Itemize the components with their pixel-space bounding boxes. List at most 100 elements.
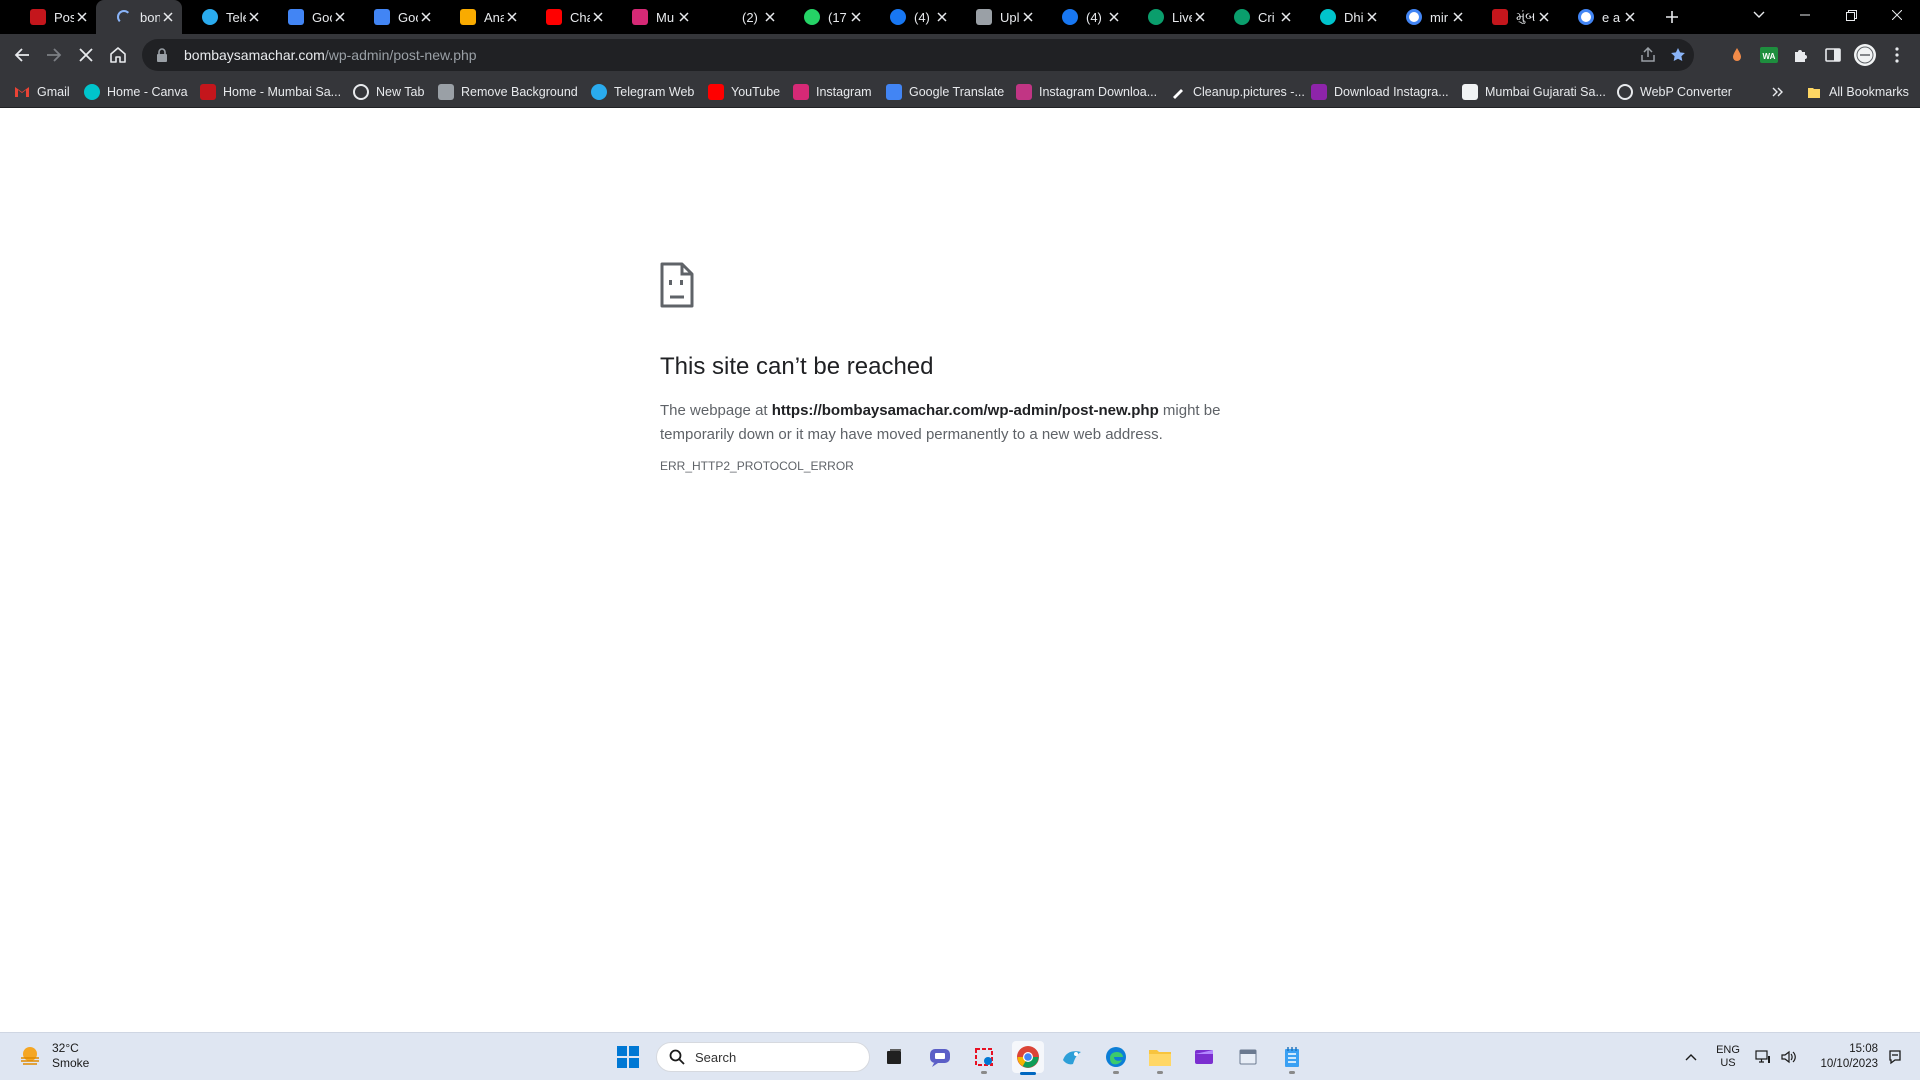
tab-strip: Pos bon Tele Goo Goo Ana Cha Mu (2) (17 (4) Upl (4) L… xyxy=(0,0,1920,34)
all-bookmarks-folder[interactable]: All Bookmarks xyxy=(1806,82,1909,102)
notifications-icon[interactable] xyxy=(1884,1033,1906,1080)
tab-close-icon[interactable] xyxy=(1622,9,1638,25)
bookmark-item[interactable]: Download Instagra... xyxy=(1311,82,1449,102)
browser-tab[interactable]: (2) xyxy=(698,0,784,34)
browser-tab[interactable]: Cri xyxy=(1214,0,1300,34)
browser-tab[interactable]: mir xyxy=(1386,0,1472,34)
minimize-button[interactable] xyxy=(1782,0,1828,30)
browser-tab[interactable]: e a xyxy=(1558,0,1644,34)
language-indicator[interactable]: ENG US xyxy=(1712,1033,1744,1080)
analytics-icon xyxy=(460,9,476,25)
tab-close-icon[interactable] xyxy=(762,9,778,25)
side-panel-icon[interactable] xyxy=(1822,44,1844,66)
edge-button[interactable] xyxy=(1100,1041,1132,1074)
home-button[interactable] xyxy=(104,41,132,69)
task-view-button[interactable] xyxy=(878,1041,910,1073)
start-button[interactable] xyxy=(612,1041,644,1073)
browser-tab[interactable]: Live xyxy=(1128,0,1214,34)
bookmark-item[interactable]: Telegram Web xyxy=(591,82,694,102)
browser-tab[interactable]: bon xyxy=(96,0,182,34)
tab-close-icon[interactable] xyxy=(1364,9,1380,25)
browser-tab[interactable]: Cha xyxy=(526,0,612,34)
bookmark-item[interactable]: Home - Canva xyxy=(84,82,188,102)
back-button[interactable] xyxy=(8,41,36,69)
close-window-button[interactable] xyxy=(1874,0,1920,30)
bookmark-item[interactable]: New Tab xyxy=(353,82,424,102)
wa-extension-icon[interactable]: WA xyxy=(1758,44,1780,66)
browser-tab[interactable]: (4) xyxy=(870,0,956,34)
tab-close-icon[interactable] xyxy=(1278,9,1294,25)
menu-kebab-icon[interactable] xyxy=(1886,44,1908,66)
extension-drop-icon[interactable] xyxy=(1726,44,1748,66)
notepad-button[interactable] xyxy=(1276,1041,1308,1074)
tab-close-icon[interactable] xyxy=(1450,9,1466,25)
new-tab-button[interactable] xyxy=(1660,5,1684,29)
bombay-samachar-favicon xyxy=(200,84,216,100)
browser-tab[interactable]: Pos xyxy=(10,0,96,34)
tab-search-button[interactable] xyxy=(1736,0,1782,30)
browser-tab[interactable]: Tele xyxy=(182,0,268,34)
bookmark-item[interactable]: Mumbai Gujarati Sa... xyxy=(1462,82,1606,102)
share-icon[interactable] xyxy=(1638,45,1658,65)
browser-tab[interactable]: મુંબ xyxy=(1472,0,1558,34)
browser-tab[interactable]: Mu xyxy=(612,0,698,34)
lock-icon[interactable] xyxy=(156,48,170,62)
browser-tab[interactable]: (4) xyxy=(1042,0,1128,34)
forward-button[interactable] xyxy=(40,41,68,69)
extensions-puzzle-icon[interactable] xyxy=(1790,44,1812,66)
tab-close-icon[interactable] xyxy=(590,9,606,25)
browser-tab[interactable]: Dhi xyxy=(1300,0,1386,34)
browser-tab[interactable]: Goo xyxy=(268,0,354,34)
file-explorer-button[interactable] xyxy=(1144,1041,1176,1074)
network-icon[interactable] xyxy=(1752,1033,1774,1080)
tab-close-icon[interactable] xyxy=(1192,9,1208,25)
weather-widget[interactable]: 32°C Smoke xyxy=(18,1041,89,1071)
taskbar-search[interactable]: Search xyxy=(656,1042,870,1072)
browser-tab[interactable]: Ana xyxy=(440,0,526,34)
page-icon xyxy=(1462,84,1478,100)
tab-close-icon[interactable] xyxy=(160,9,176,25)
clipchamp-button[interactable] xyxy=(1188,1041,1220,1073)
browser-tab[interactable]: Upl xyxy=(956,0,1042,34)
bookmark-item[interactable]: Google Translate xyxy=(886,82,1004,102)
app-window-button[interactable] xyxy=(1232,1041,1264,1073)
volume-icon[interactable] xyxy=(1778,1033,1800,1080)
tab-close-icon[interactable] xyxy=(332,9,348,25)
bookmark-label: Home - Mumbai Sa... xyxy=(223,85,342,99)
tab-close-icon[interactable] xyxy=(848,9,864,25)
bookmark-item[interactable]: Cleanup.pictures -... xyxy=(1170,82,1305,102)
bookmark-item[interactable]: Instagram xyxy=(793,82,872,102)
stop-loading-button[interactable] xyxy=(72,41,100,69)
tab-close-icon[interactable] xyxy=(1536,9,1552,25)
bookmark-item[interactable]: Gmail xyxy=(14,82,70,102)
tab-close-icon[interactable] xyxy=(676,9,692,25)
tab-close-icon[interactable] xyxy=(418,9,434,25)
tab-close-icon[interactable] xyxy=(504,9,520,25)
show-hidden-icons-button[interactable] xyxy=(1680,1033,1702,1080)
teams-chat-button[interactable] xyxy=(924,1041,956,1073)
tab-title: Pos xyxy=(54,9,74,25)
address-bar[interactable]: bombaysamachar.com/wp-admin/post-new.php xyxy=(142,39,1694,71)
bookmark-item[interactable]: WebP Converter xyxy=(1617,82,1732,102)
bookmark-star-icon[interactable] xyxy=(1668,45,1688,65)
bookmark-item[interactable]: Home - Mumbai Sa... xyxy=(200,82,341,102)
bookmark-item[interactable]: Instagram Downloa... xyxy=(1016,82,1157,102)
browser-tab[interactable]: Goo xyxy=(354,0,440,34)
restore-button[interactable] xyxy=(1828,0,1874,30)
tab-close-icon[interactable] xyxy=(246,9,262,25)
bookmark-item[interactable]: YouTube xyxy=(708,82,780,102)
search-placeholder: Search xyxy=(695,1049,737,1065)
stop-x-icon xyxy=(79,48,93,62)
snipping-tool-button[interactable] xyxy=(968,1041,1000,1074)
tab-close-icon[interactable] xyxy=(934,9,950,25)
clock[interactable]: 15:08 10/10/2023 xyxy=(1820,1042,1878,1072)
browser-tab[interactable]: (17 xyxy=(784,0,870,34)
tab-close-icon[interactable] xyxy=(74,9,90,25)
tab-close-icon[interactable] xyxy=(1020,9,1036,25)
chrome-taskbar-button[interactable] xyxy=(1012,1041,1044,1075)
tab-close-icon[interactable] xyxy=(1106,9,1122,25)
more-bookmarks-button[interactable] xyxy=(1772,82,1784,102)
bookmark-item[interactable]: Remove Background xyxy=(438,82,578,102)
profile-avatar[interactable] xyxy=(1854,44,1876,66)
photos-button[interactable] xyxy=(1056,1041,1088,1073)
